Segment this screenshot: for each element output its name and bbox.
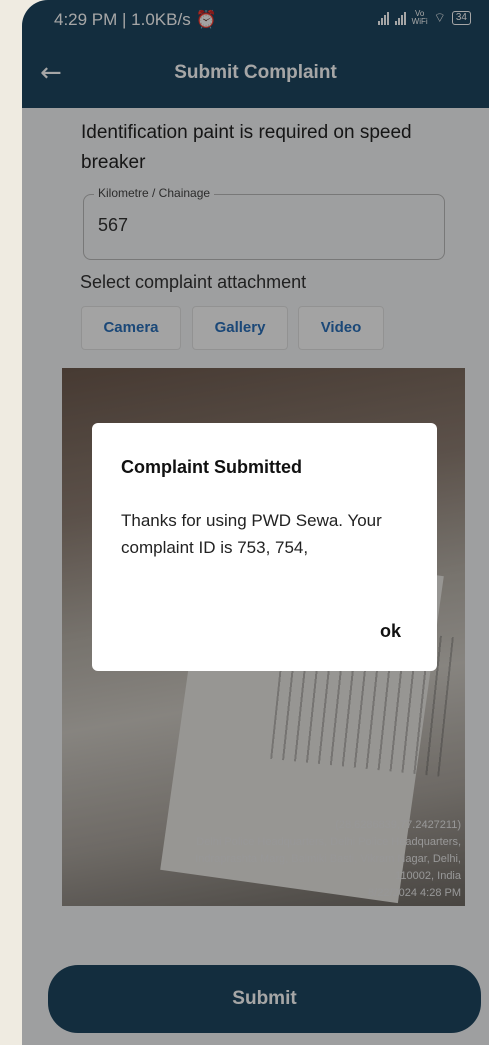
dialog-title: Complaint Submitted bbox=[121, 457, 302, 477]
complaint-submitted-dialog: Complaint Submitted Thanks for using PWD… bbox=[92, 423, 437, 671]
ok-button[interactable]: ok bbox=[380, 621, 401, 642]
phone-screen: 4:29 PM | 1.0KB/s ⏰ Vo WiFi ⌔ 34 ← Submit… bbox=[22, 0, 489, 1045]
dialog-message: Thanks for using PWD Sewa. Your complain… bbox=[121, 511, 382, 557]
